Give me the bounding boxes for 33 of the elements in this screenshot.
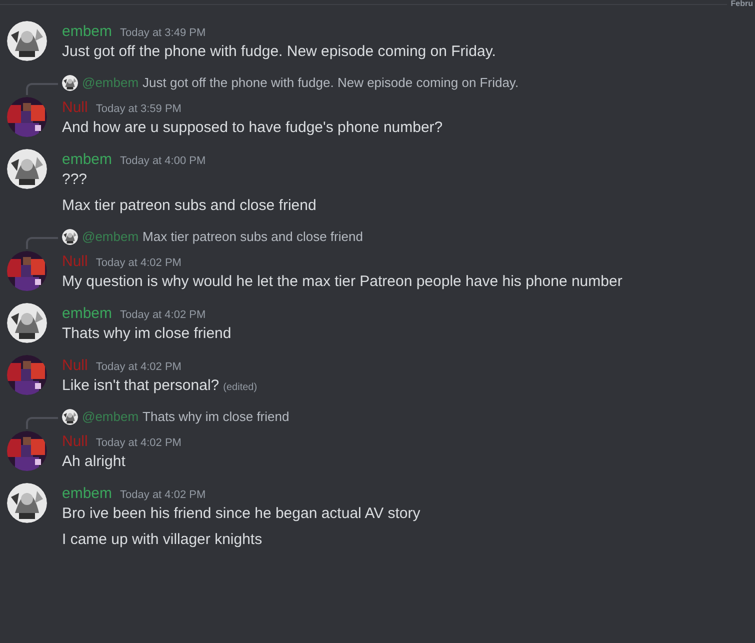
- message-text: Ah alright: [62, 452, 126, 472]
- timestamp: Today at 3:59 PM: [96, 102, 182, 117]
- message-text: And how are u supposed to have fudge's phone number?: [62, 118, 443, 138]
- timestamp: Today at 4:02 PM: [96, 436, 182, 451]
- reply-mention[interactable]: @embem: [82, 73, 139, 93]
- timestamp: Today at 4:00 PM: [120, 154, 206, 169]
- reply-connector: [26, 83, 58, 95]
- reply-mention[interactable]: @embem: [82, 407, 139, 427]
- edited-label: (edited): [223, 381, 258, 395]
- reply-mention[interactable]: @embem: [82, 227, 139, 247]
- message-text: Max tier patreon subs and close friend: [62, 196, 316, 216]
- timestamp: Today at 4:02 PM: [120, 488, 206, 503]
- username[interactable]: embem: [62, 303, 112, 326]
- reply-preview[interactable]: Max tier patreon subs and close friend: [142, 227, 363, 247]
- username[interactable]: embem: [62, 149, 112, 172]
- message-text: ???: [62, 170, 88, 190]
- timestamp: Today at 4:02 PM: [96, 256, 182, 271]
- message-text: Bro ive been his friend since he began actual AV story: [62, 504, 420, 524]
- reply-preview[interactable]: Thats why im close friend: [142, 407, 290, 427]
- timestamp: Today at 4:02 PM: [96, 360, 182, 375]
- date-divider-label: Febru: [730, 0, 754, 8]
- message-text: I came up with villager knights: [62, 530, 262, 550]
- username[interactable]: embem: [62, 21, 112, 44]
- reply-connector: [26, 417, 58, 429]
- timestamp: Today at 3:49 PM: [120, 26, 206, 41]
- message-text: Just got off the phone with fudge. New episode coming on Friday.: [62, 42, 496, 62]
- timestamp: Today at 4:02 PM: [120, 308, 206, 323]
- message-text: Like isn't that personal?: [62, 376, 220, 396]
- reply-preview[interactable]: Just got off the phone with fudge. New episode coming on Friday.: [142, 73, 519, 93]
- message-text: Thats why im close friend: [62, 324, 232, 344]
- message-text: My question is why would he let the max tier Patreon people have his phone number: [62, 272, 622, 292]
- username[interactable]: embem: [62, 483, 112, 506]
- reply-connector: [26, 237, 58, 249]
